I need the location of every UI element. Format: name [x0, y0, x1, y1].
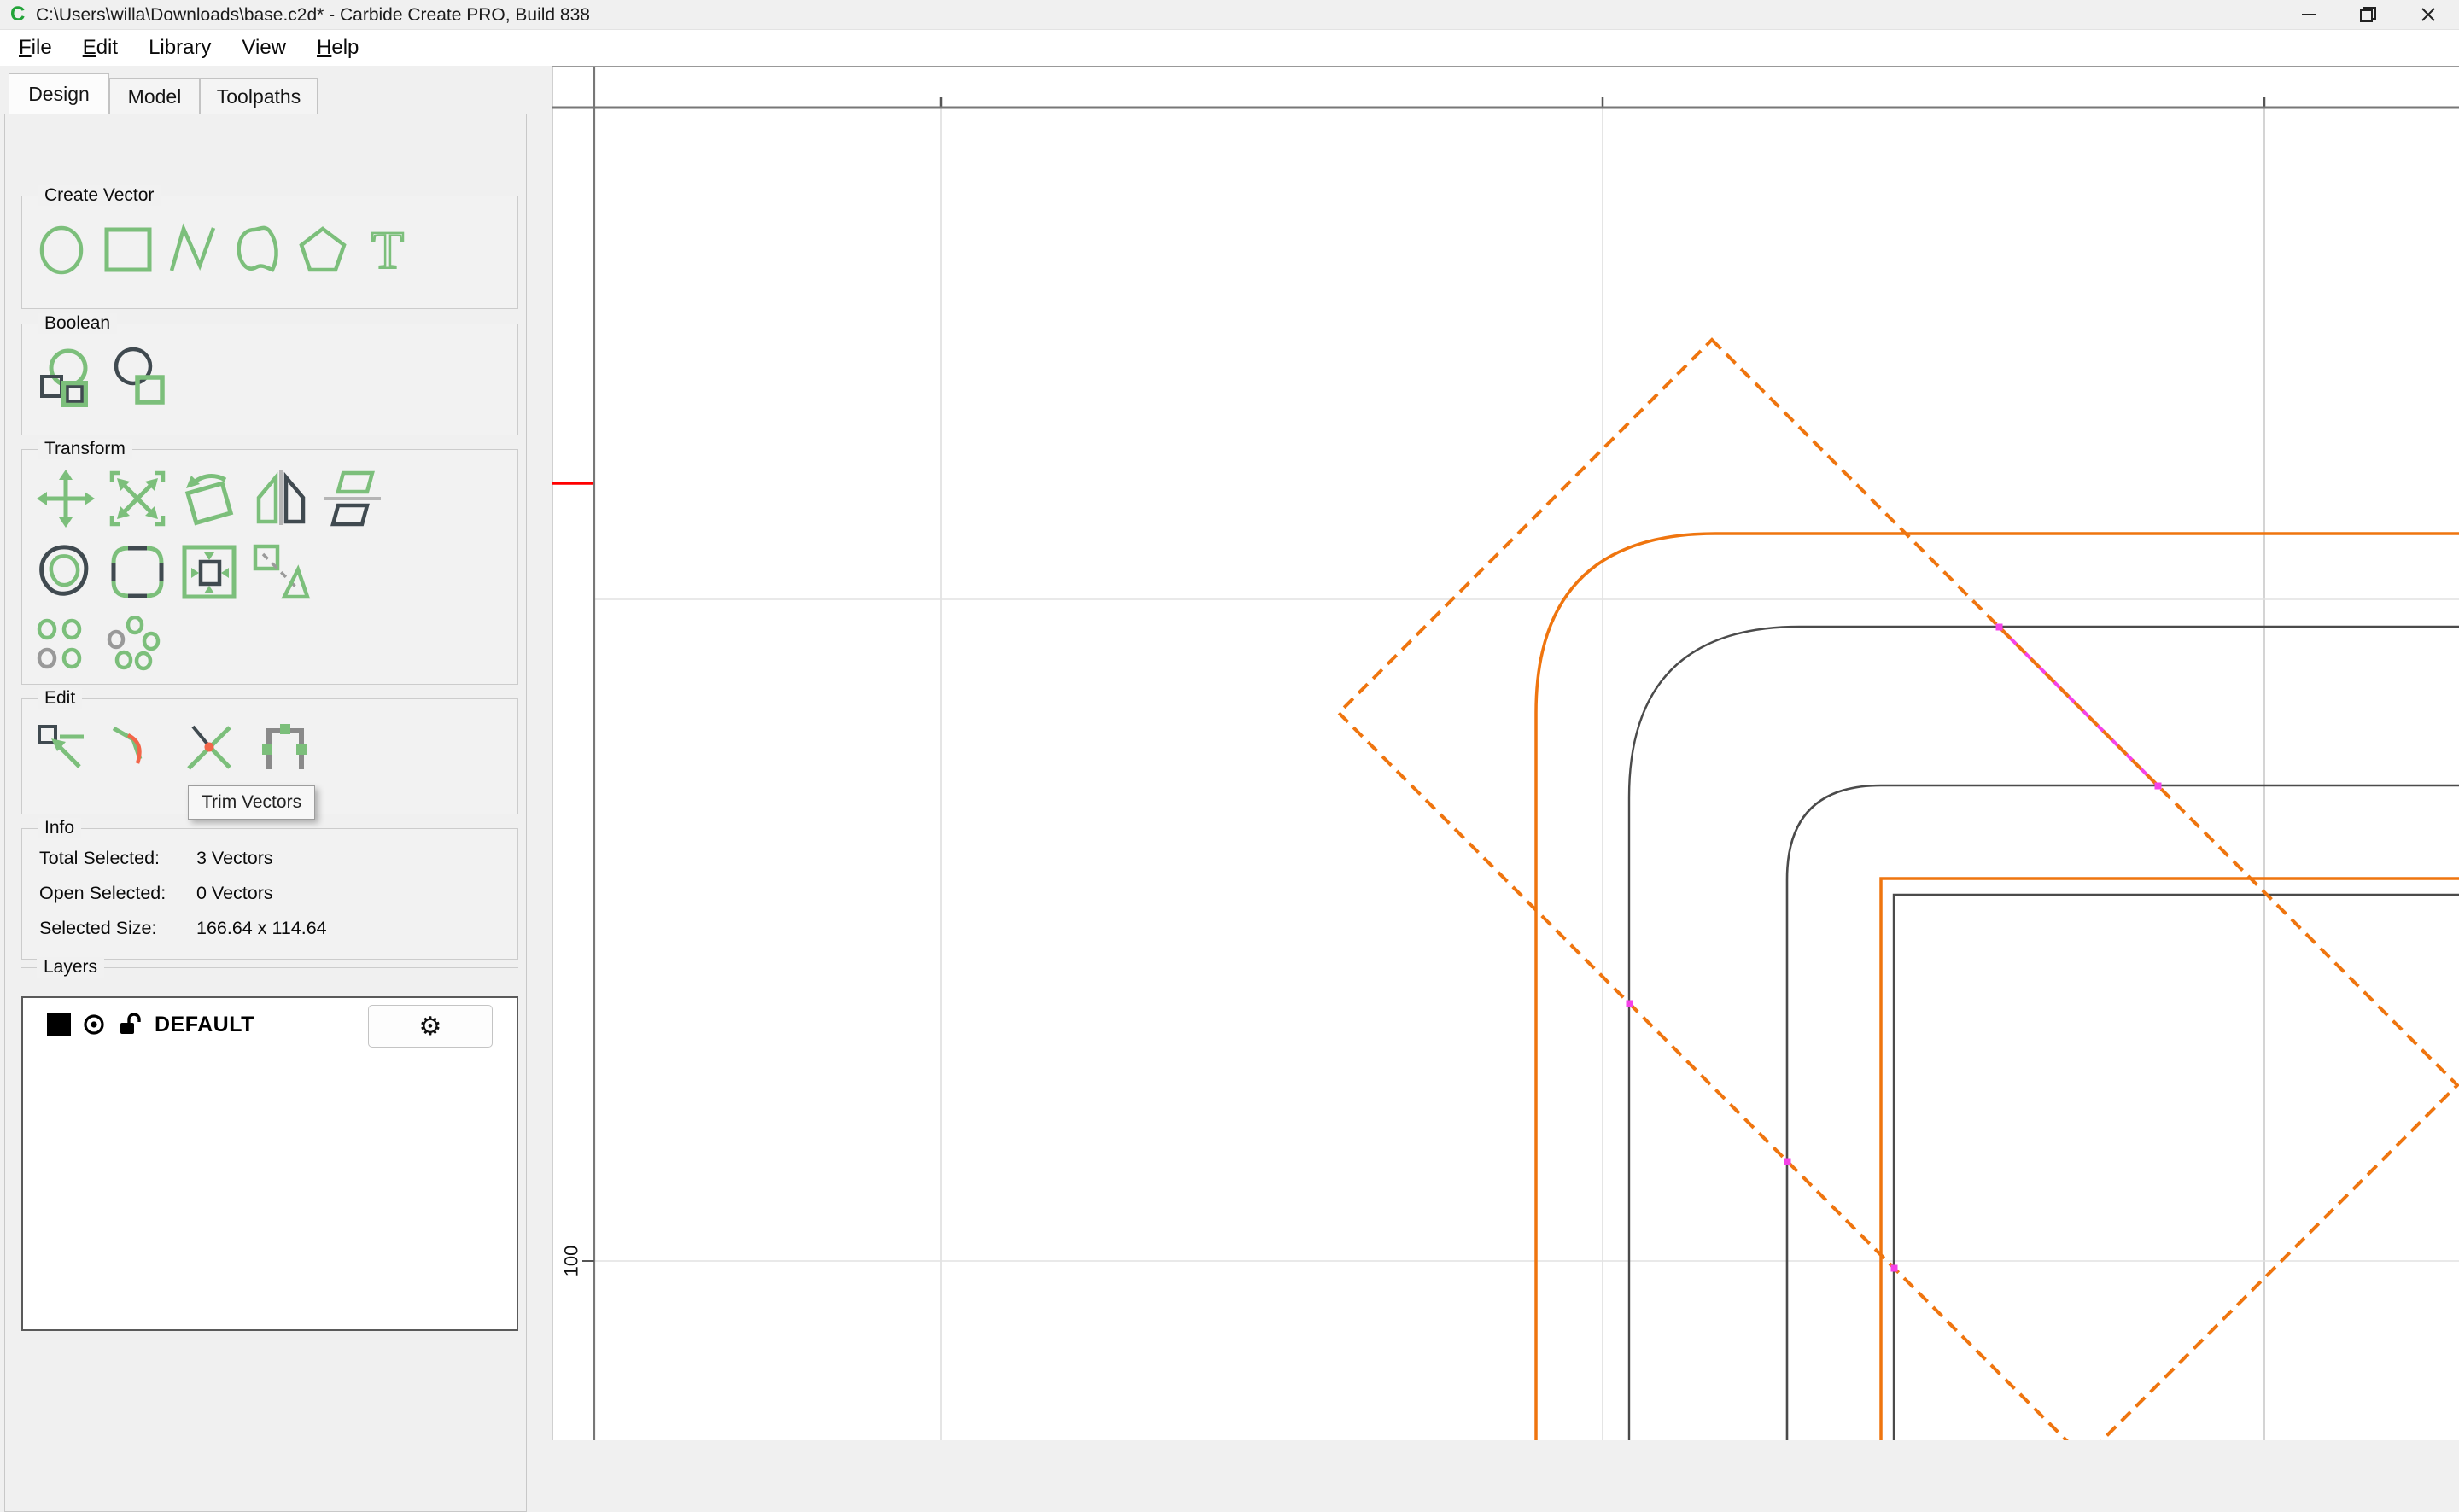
menu-file[interactable]: File [7, 36, 64, 60]
ruler-label-100: 100 [561, 1246, 582, 1277]
menu-edit[interactable]: Edit [71, 36, 130, 60]
layers-label: Layers [37, 957, 105, 978]
menu-library[interactable]: Library [137, 36, 223, 60]
canvas-background [552, 66, 2459, 1440]
title-bar: C C:\Users\willa\Downloads\base.c2d* - C… [0, 0, 2459, 30]
info-group: Info Total Selected: 3 Vectors Open Sele… [21, 818, 518, 960]
boolean-subtract-button[interactable] [111, 347, 172, 408]
boolean-label: Boolean [38, 313, 118, 334]
offset-icon [39, 545, 89, 596]
offset-tool-button[interactable] [34, 540, 97, 604]
fair-curve-tool-button[interactable] [108, 718, 169, 779]
curve-icon [237, 225, 278, 272]
rotate-icon [184, 474, 234, 526]
mirror-horizontal-icon [256, 470, 306, 525]
fit-to-stock-tool-button[interactable] [178, 540, 241, 604]
svg-text:T: T [371, 222, 404, 277]
layer-name: DEFAULT [155, 1012, 254, 1036]
menu-help[interactable]: Help [305, 36, 371, 60]
polyline-tool-button[interactable] [166, 222, 220, 277]
layer-settings-button[interactable]: ⚙ [368, 1005, 493, 1048]
rectangle-icon [104, 227, 152, 272]
info-total-selected: Total Selected: 3 Vectors [39, 848, 273, 868]
app-logo-icon: C [10, 3, 26, 26]
gear-icon: ⚙ [418, 1012, 442, 1041]
skew-tool-button[interactable] [249, 540, 312, 604]
layer-color-swatch[interactable] [47, 1013, 71, 1036]
flip-vertical-tool-button[interactable] [321, 467, 384, 530]
create-vector-label: Create Vector [38, 185, 161, 206]
trim-vectors-tooltip: Trim Vectors [188, 785, 316, 820]
polygon-icon [299, 226, 347, 272]
boolean-union-button[interactable] [36, 347, 97, 408]
transform-label: Transform [38, 439, 132, 459]
restore-button[interactable] [2343, 0, 2394, 28]
move-icon [37, 470, 95, 528]
unlock-icon[interactable] [117, 1012, 143, 1037]
circle-icon [39, 225, 84, 275]
menu-bar: File Edit Library View Help [0, 30, 2459, 66]
rectangle-tool-button[interactable] [101, 222, 155, 277]
trim-vectors-tool-button[interactable] [181, 718, 242, 779]
polyline-icon [169, 223, 216, 271]
boolean-union-icon [40, 348, 88, 407]
curve-tool-button[interactable] [231, 222, 285, 277]
boolean-group: Boolean [21, 313, 518, 435]
circle-tool-button[interactable] [36, 222, 91, 277]
fit-to-stock-icon [182, 545, 237, 599]
info-label: Info [38, 818, 82, 838]
join-vectors-icon [262, 724, 307, 769]
edit-label: Edit [38, 688, 83, 709]
sidebar: Design Model Toolpaths Create Vector T B… [0, 66, 552, 1512]
menu-view[interactable]: View [230, 36, 298, 60]
mirror-horizontal-tool-button[interactable] [249, 467, 312, 530]
rotate-tool-button[interactable] [178, 467, 241, 530]
tab-toolpaths[interactable]: Toolpaths [200, 78, 318, 114]
design-canvas[interactable]: 100 [552, 65, 2459, 1461]
circular-array-tool-button[interactable] [104, 616, 162, 674]
round-corners-icon [111, 546, 164, 598]
layer-row-default[interactable]: DEFAULT ⚙ [23, 998, 517, 1051]
edit-nodes-tool-button[interactable] [34, 718, 96, 779]
join-vectors-tool-button[interactable] [254, 718, 316, 779]
transform-group: Transform [21, 439, 518, 685]
boolean-subtract-icon [114, 347, 165, 405]
restore-icon [2360, 6, 2376, 22]
text-icon: T [371, 222, 405, 277]
close-button[interactable] [2403, 0, 2454, 28]
move-tool-button[interactable] [34, 467, 97, 530]
grid-array-tool-button[interactable] [34, 617, 89, 672]
trim-vectors-icon [187, 725, 231, 770]
layers-list: DEFAULT ⚙ [21, 996, 518, 1331]
round-corners-tool-button[interactable] [106, 540, 169, 604]
tab-design[interactable]: Design [9, 73, 109, 114]
minimize-button[interactable] [2283, 0, 2334, 28]
close-icon [2421, 7, 2435, 21]
scale-tool-button[interactable] [106, 467, 169, 530]
visibility-eye-icon[interactable] [81, 1012, 107, 1037]
flip-vertical-icon [324, 470, 381, 527]
scale-icon [109, 470, 166, 527]
info-selected-size: Selected Size: 166.64 x 114.64 [39, 918, 327, 938]
window-title: C:\Users\willa\Downloads\base.c2d* - Car… [36, 5, 590, 25]
polygon-tool-button[interactable] [295, 222, 350, 277]
edit-nodes-icon [38, 725, 84, 768]
skew-icon [253, 544, 311, 599]
fair-curve-icon [112, 726, 143, 764]
create-vector-group: Create Vector T [21, 185, 518, 309]
grid-array-icon [37, 618, 82, 669]
tab-model[interactable]: Model [109, 78, 200, 114]
text-tool-button[interactable]: T [360, 222, 415, 277]
info-open-selected: Open Selected: 0 Vectors [39, 883, 273, 903]
vertical-ruler[interactable]: 100 [552, 67, 596, 1440]
circular-array-icon [107, 616, 161, 671]
minimize-icon [2302, 13, 2316, 15]
